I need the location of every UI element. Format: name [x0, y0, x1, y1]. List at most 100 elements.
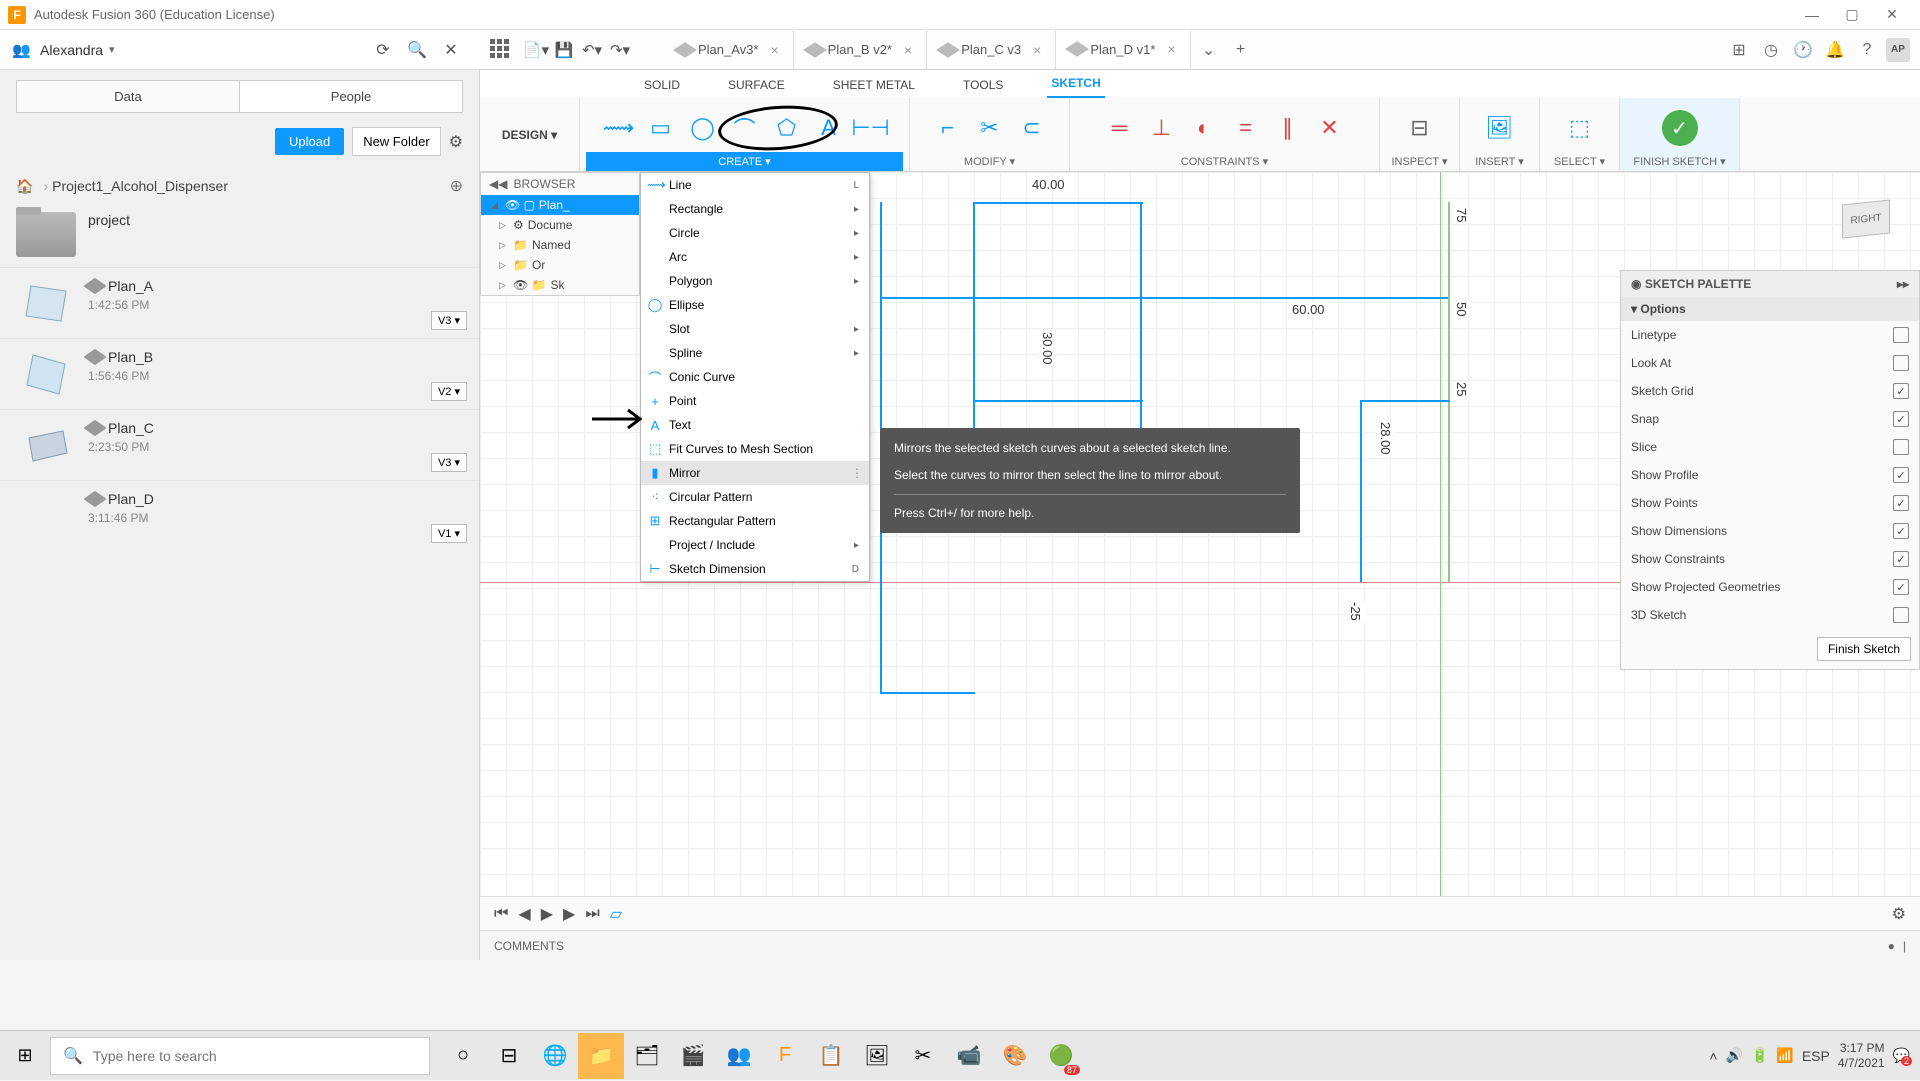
tangent-constraint-icon[interactable]: ◐: [1186, 110, 1222, 146]
inspect-tool-icon[interactable]: ⊟: [1402, 110, 1438, 146]
tab-surface[interactable]: SURFACE: [724, 72, 789, 98]
gear-icon[interactable]: ⚙: [449, 132, 463, 152]
menu-item-polygon[interactable]: Polygon▸: [641, 269, 869, 293]
line-tool-icon[interactable]: ⟿: [601, 110, 637, 146]
share-icon[interactable]: ⊕: [450, 176, 463, 196]
file-tab[interactable]: Plan_C v3×: [927, 31, 1056, 69]
version-selector[interactable]: V2 ▾: [431, 382, 467, 401]
sketch-edge[interactable]: [880, 297, 1450, 299]
settings-icon[interactable]: ⚙: [1892, 904, 1906, 924]
refresh-icon[interactable]: ⟳: [368, 35, 398, 65]
tab-data[interactable]: Data: [16, 80, 240, 113]
search-icon[interactable]: 🔍: [402, 35, 432, 65]
file-icon[interactable]: 📄▾: [522, 41, 550, 59]
menu-item-slot[interactable]: Slot▸: [641, 317, 869, 341]
checkbox[interactable]: [1893, 355, 1909, 371]
menu-item-fit-curves-to-mesh-section[interactable]: ⬚Fit Curves to Mesh Section: [641, 437, 869, 461]
close-panel-icon[interactable]: ✕: [436, 35, 466, 65]
browser-node[interactable]: ▷ 👁 📁 Sk: [481, 275, 639, 295]
volume-icon[interactable]: 🔊: [1726, 1047, 1743, 1064]
language-indicator[interactable]: ESP: [1802, 1048, 1830, 1064]
clock[interactable]: 3:17 PM 4/7/2021: [1838, 1041, 1885, 1070]
notification-icon[interactable]: 🔔: [1822, 37, 1848, 63]
close-tab-icon[interactable]: ×: [904, 42, 912, 58]
sketch-edge[interactable]: [1360, 400, 1450, 402]
play-icon[interactable]: ▶: [541, 904, 553, 924]
sketch-edge[interactable]: [1360, 400, 1362, 582]
menu-item-circular-pattern[interactable]: ⁖Circular Pattern: [641, 485, 869, 509]
close-tab-icon[interactable]: ×: [770, 42, 778, 58]
list-item[interactable]: Plan_D 3:11:46 PM V1 ▾: [0, 480, 479, 551]
tab-tools[interactable]: TOOLS: [959, 72, 1007, 98]
cortana-icon[interactable]: ○: [440, 1033, 486, 1079]
sketch-edge[interactable]: [973, 202, 1143, 204]
wifi-icon[interactable]: 📶: [1776, 1047, 1793, 1064]
menu-item-text[interactable]: AText: [641, 413, 869, 437]
dimension-tool-icon[interactable]: ⊢⊣: [853, 110, 889, 146]
new-tab-icon[interactable]: +: [1229, 41, 1253, 59]
undo-icon[interactable]: ↶▾: [578, 41, 606, 59]
inspect-group-label[interactable]: INSPECT ▾: [1386, 152, 1453, 171]
menu-item-rectangle[interactable]: Rectangle▸: [641, 197, 869, 221]
movies-icon[interactable]: 🎬: [670, 1033, 716, 1079]
viewcube[interactable]: RIGHT: [1830, 182, 1900, 252]
close-tab-icon[interactable]: ×: [1033, 42, 1041, 58]
equal-constraint-icon[interactable]: =: [1228, 110, 1264, 146]
username[interactable]: Alexandra: [40, 42, 103, 58]
next-icon[interactable]: ▶: [563, 904, 575, 924]
finish-sketch-button[interactable]: Finish Sketch: [1817, 637, 1911, 661]
menu-item-conic-curve[interactable]: ⌒Conic Curve: [641, 365, 869, 389]
zoom-icon[interactable]: 📹: [946, 1033, 992, 1079]
clock-icon[interactable]: 🕐: [1790, 37, 1816, 63]
create-group-label[interactable]: CREATE ▾: [586, 152, 903, 171]
browser-root[interactable]: ◢ 👁 ▢ Plan_: [481, 195, 639, 215]
avatar[interactable]: AP: [1886, 38, 1910, 62]
browser-node[interactable]: ▷ 📁 Named: [481, 235, 639, 255]
first-icon[interactable]: ⏮: [494, 905, 508, 923]
app-grid-icon[interactable]: [490, 39, 512, 61]
minimize-button[interactable]: —: [1792, 1, 1832, 29]
insert-group-label[interactable]: INSERT ▾: [1466, 152, 1533, 171]
taskbar-search[interactable]: 🔍: [50, 1037, 430, 1075]
app-badge-icon[interactable]: 🟢87: [1038, 1033, 1084, 1079]
version-selector[interactable]: V1 ▾: [431, 524, 467, 543]
dimension[interactable]: 28.00: [1376, 422, 1395, 455]
close-tab-icon[interactable]: ×: [1167, 41, 1175, 57]
finish-sketch-icon[interactable]: ✓: [1662, 110, 1698, 146]
menu-item-line[interactable]: ⟿LineL: [641, 173, 869, 197]
screenrec-icon[interactable]: 🎨: [992, 1033, 1038, 1079]
photos-icon[interactable]: 🖼: [854, 1033, 900, 1079]
battery-icon[interactable]: 🔋: [1751, 1047, 1768, 1064]
fillet-tool-icon[interactable]: ⌐: [930, 110, 966, 146]
prev-icon[interactable]: ◀: [518, 904, 530, 924]
file-tab[interactable]: Plan_B v2*×: [794, 31, 928, 69]
menu-item-project-include[interactable]: Project / Include▸: [641, 533, 869, 557]
collapse-icon[interactable]: ◀◀: [489, 177, 507, 191]
checkbox[interactable]: [1893, 327, 1909, 343]
comments-bar[interactable]: COMMENTS ●|: [480, 930, 1920, 960]
last-icon[interactable]: ⏭: [585, 905, 599, 923]
sketch-edge[interactable]: [1448, 202, 1450, 582]
sketch-edge[interactable]: [1140, 202, 1142, 297]
menu-item-arc[interactable]: Arc▸: [641, 245, 869, 269]
checkbox[interactable]: [1893, 383, 1909, 399]
browser-node[interactable]: ▷ 📁 Or: [481, 255, 639, 275]
home-icon[interactable]: 🏠: [16, 178, 33, 195]
project-name[interactable]: Project1_Alcohol_Dispenser: [52, 178, 228, 194]
insert-tool-icon[interactable]: 🖼: [1482, 110, 1518, 146]
menu-item-point[interactable]: +Point: [641, 389, 869, 413]
parallel-constraint-icon[interactable]: ∥: [1270, 110, 1306, 146]
teams-icon[interactable]: 👥: [716, 1033, 762, 1079]
obs-icon[interactable]: 📋: [808, 1033, 854, 1079]
constraints-group-label[interactable]: CONSTRAINTS ▾: [1076, 152, 1373, 171]
version-selector[interactable]: V3 ▾: [431, 453, 467, 472]
sketch-edge[interactable]: [973, 400, 1143, 402]
fix-constraint-icon[interactable]: ✕: [1312, 110, 1348, 146]
select-group-label[interactable]: SELECT ▾: [1546, 152, 1613, 171]
upload-button[interactable]: Upload: [275, 128, 344, 155]
fileexplorer-icon[interactable]: 🗂: [624, 1033, 670, 1079]
horizontal-constraint-icon[interactable]: ═: [1102, 110, 1138, 146]
menu-item-sketch-dimension[interactable]: ⊢Sketch DimensionD: [641, 557, 869, 581]
list-item[interactable]: Plan_C 2:23:50 PM V3 ▾: [0, 409, 479, 480]
finish-sketch-label[interactable]: FINISH SKETCH ▾: [1626, 152, 1733, 171]
